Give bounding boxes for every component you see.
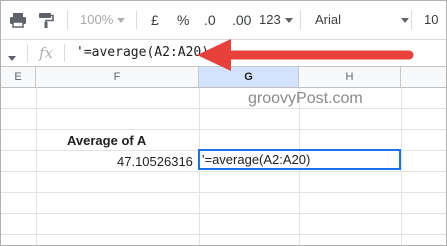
formula-bar-divider [27, 44, 28, 62]
font-size-field[interactable]: 10 [424, 9, 438, 31]
watermark: groovyPost.com [248, 90, 363, 107]
cell-grid[interactable]: groovyPost.com Average of A 47.10526316 … [1, 88, 446, 245]
toolbar-divider [411, 11, 412, 29]
paint-format-icon[interactable] [37, 9, 55, 31]
currency-format-button[interactable]: £ [151, 9, 159, 31]
cell-average-value: 47.10526316 [117, 154, 193, 169]
toolbar-divider [300, 11, 301, 29]
font-family-value: Arial [315, 12, 342, 27]
column-header-f[interactable]: F [36, 67, 199, 87]
fx-icon: fx [39, 44, 54, 62]
column-header-e[interactable]: E [1, 67, 36, 87]
chevron-down-icon [284, 18, 293, 24]
chevron-down-icon [8, 56, 16, 62]
formula-bar-divider [64, 44, 65, 62]
chevron-down-icon [401, 18, 409, 23]
chevron-down-icon [117, 18, 126, 24]
formula-input[interactable]: '=average(A2:A20) [76, 40, 209, 66]
row-line [1, 234, 446, 235]
increase-decimal-button[interactable]: .00 [232, 9, 251, 31]
row-line [1, 108, 446, 109]
active-cell-text: '=average(A2:A20) [202, 152, 311, 167]
annotation-arrow-icon [197, 39, 414, 71]
decrease-decimal-button[interactable]: .0 [204, 9, 216, 31]
row-line [1, 213, 446, 214]
spreadsheet-window: 100% £ % .0 .00 123 Arial 10 fx '=averag… [0, 0, 447, 246]
toolbar-divider [67, 11, 68, 29]
column-line [36, 88, 37, 245]
print-icon[interactable] [9, 9, 27, 31]
font-family-select[interactable]: Arial [315, 9, 409, 31]
more-formats-button[interactable]: 123 [259, 9, 293, 31]
cell-label: Average of A [67, 133, 147, 148]
percent-format-button[interactable]: % [177, 9, 189, 31]
column-line [401, 88, 402, 245]
name-box-dropdown[interactable] [8, 50, 16, 68]
row-line [1, 192, 446, 193]
zoom-select[interactable]: 100% [80, 9, 126, 31]
active-cell[interactable]: '=average(A2:A20) [198, 149, 401, 170]
row-line [1, 129, 446, 130]
more-formats-label: 123 [259, 12, 281, 27]
toolbar-divider [136, 11, 137, 29]
zoom-value: 100% [80, 12, 114, 27]
row-line [1, 171, 446, 172]
